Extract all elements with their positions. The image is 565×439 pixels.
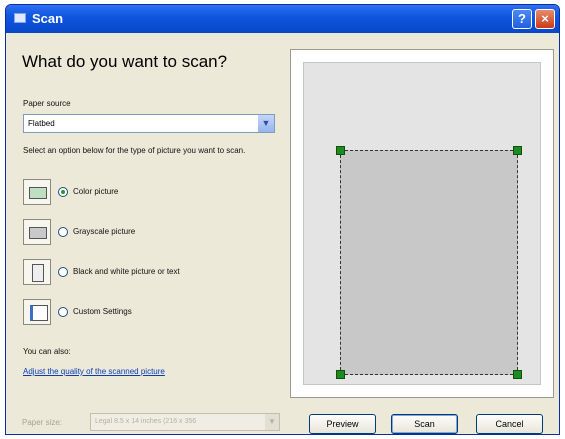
you-can-also-label: You can also: (23, 347, 71, 356)
paper-size-select[interactable]: Legal 8.5 x 14 inches (216 x 356 ▼ (90, 413, 280, 431)
color-picture-icon[interactable] (23, 179, 51, 205)
cancel-button[interactable]: Cancel (476, 414, 543, 434)
scan-button[interactable]: Scan (391, 414, 458, 434)
chevron-down-icon[interactable]: ▼ (258, 115, 274, 132)
chevron-down-icon[interactable]: ▼ (265, 414, 279, 430)
resize-handle-bottom-left[interactable] (336, 370, 345, 379)
preview-button[interactable]: Preview (309, 414, 376, 434)
grayscale-picture-radio[interactable] (58, 227, 68, 237)
scanner-icon (14, 13, 26, 23)
close-button[interactable]: × (535, 9, 555, 29)
paper-source-label: Paper source (23, 99, 71, 108)
preview-pane (290, 49, 554, 398)
help-button[interactable]: ? (512, 9, 532, 29)
title-bar[interactable]: Scan ? × (6, 5, 559, 33)
scan-region[interactable] (340, 150, 518, 375)
custom-settings-icon[interactable] (23, 299, 51, 325)
option-grayscale-picture[interactable]: Grayscale picture (23, 219, 273, 247)
paper-size-label: Paper size: (22, 418, 63, 427)
scan-dialog: Scan ? × What do you want to scan? Paper… (5, 4, 560, 435)
option-label[interactable]: Color picture (73, 187, 118, 196)
option-label[interactable]: Grayscale picture (73, 227, 135, 236)
custom-settings-radio[interactable] (58, 307, 68, 317)
preview-area (303, 62, 541, 385)
option-black-white-picture[interactable]: Black and white picture or text (23, 259, 273, 287)
black-white-picture-icon[interactable] (23, 259, 51, 285)
option-label[interactable]: Black and white picture or text (73, 267, 180, 276)
page-title: What do you want to scan? (22, 52, 228, 71)
resize-handle-top-left[interactable] (336, 146, 345, 155)
grayscale-picture-icon[interactable] (23, 219, 51, 245)
black-white-picture-radio[interactable] (58, 267, 68, 277)
paper-source-select[interactable]: Flatbed ▼ (23, 114, 275, 133)
option-label[interactable]: Custom Settings (73, 307, 132, 316)
resize-handle-top-right[interactable] (513, 146, 522, 155)
adjust-quality-link[interactable]: Adjust the quality of the scanned pictur… (23, 367, 165, 376)
option-color-picture[interactable]: Color picture (23, 179, 273, 207)
paper-size-value: Legal 8.5 x 14 inches (216 x 356 (95, 418, 197, 425)
color-picture-radio[interactable] (58, 187, 68, 197)
paper-source-value: Flatbed (28, 119, 55, 128)
scan-instructions: Select an option below for the type of p… (23, 146, 246, 155)
resize-handle-bottom-right[interactable] (513, 370, 522, 379)
option-custom-settings[interactable]: Custom Settings (23, 299, 273, 327)
window-title: Scan (32, 11, 64, 26)
